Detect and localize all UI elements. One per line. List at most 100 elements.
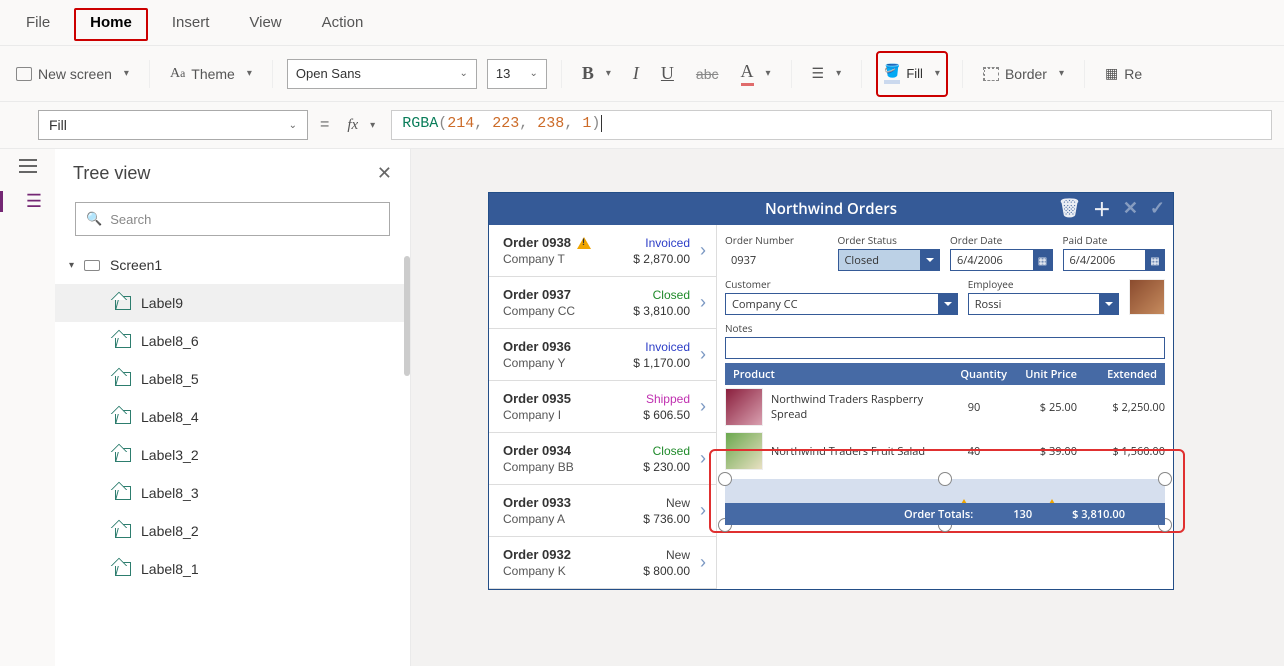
product-row: Northwind Traders Raspberry Spread90$ 25…	[725, 385, 1165, 429]
lbl-order-status: Order Status	[838, 233, 941, 247]
tree-node-label: Label8_2	[141, 523, 199, 539]
tree-node-label: Label3_2	[141, 447, 199, 463]
font-color-button[interactable]: A▾	[735, 57, 777, 90]
warning-icon	[577, 237, 591, 249]
tree-node-label-control[interactable]: Label8_1	[55, 550, 410, 588]
order-row[interactable]: Order 0934Company BBClosed$ 230.00›	[489, 433, 716, 485]
new-screen-button[interactable]: New screen ▾	[10, 62, 135, 86]
formula-input[interactable]: RGBA(214, 223, 238, 1)	[391, 110, 1272, 140]
val-order-status[interactable]: Closed	[838, 249, 922, 271]
tree-view-nav-icon[interactable]: ☰	[0, 191, 55, 212]
chevron-down-icon[interactable]	[920, 249, 940, 271]
font-size-combo[interactable]: 13 ⌄	[487, 59, 547, 89]
label-icon	[115, 524, 131, 538]
tab-insert[interactable]: Insert	[156, 8, 226, 41]
val-customer[interactable]: Company CC	[725, 293, 939, 315]
tree-node-label-control[interactable]: Label8_6	[55, 322, 410, 360]
property-combo[interactable]: Fill ⌄	[38, 110, 308, 140]
product-thumb	[725, 432, 763, 470]
tree-node-label: Label8_6	[141, 333, 199, 349]
search-input[interactable]: 🔍 Search	[75, 202, 390, 236]
order-row[interactable]: Order 0932Company KNew$ 800.00›	[489, 537, 716, 589]
check-icon[interactable]: ✓	[1150, 196, 1165, 222]
lbl-order-number: Order Number	[725, 233, 828, 247]
trash-icon[interactable]: 🗑	[1058, 196, 1081, 222]
calendar-icon[interactable]: ▦	[1033, 249, 1053, 271]
order-row[interactable]: Order 0938Company TInvoiced$ 2,870.00›	[489, 225, 716, 277]
val-order-date[interactable]: 6/4/2006	[950, 249, 1034, 271]
resize-handle[interactable]	[938, 472, 952, 486]
chevron-down-icon: ▾	[247, 68, 252, 79]
chevron-right-icon: ›	[696, 240, 706, 261]
val-employee[interactable]: Rossi	[968, 293, 1100, 315]
notes-input[interactable]	[725, 337, 1165, 359]
fx-button[interactable]: fx▾	[341, 113, 381, 138]
lbl-employee: Employee	[968, 277, 1119, 291]
align-button[interactable]: ☰▾	[806, 61, 848, 86]
chevron-down-icon[interactable]	[938, 293, 958, 315]
selected-label-control[interactable]: Order Totals: 130 $ 3,810.00	[725, 479, 1165, 525]
font-family-combo[interactable]: Open Sans ⌄	[287, 59, 477, 89]
product-header: Product Quantity Unit Price Extended	[725, 363, 1165, 385]
tree-node-label-control[interactable]: Label8_3	[55, 474, 410, 512]
chevron-down-icon: ▾	[766, 68, 771, 79]
chevron-right-icon: ›	[696, 396, 706, 417]
tree-node-label: Label9	[141, 295, 183, 311]
reorder-icon: ▦	[1105, 65, 1118, 82]
label-icon	[115, 372, 131, 386]
search-icon: 🔍	[86, 211, 102, 227]
hamburger-button[interactable]	[19, 159, 37, 173]
fill-button[interactable]: 🪣 Fill ▾	[876, 51, 948, 97]
chevron-down-icon: ⌄	[289, 120, 297, 131]
scrollbar-thumb[interactable]	[404, 256, 410, 376]
tree-node-screen[interactable]: ▾ Screen1	[55, 246, 410, 284]
tab-file[interactable]: File	[10, 8, 66, 41]
strike-icon: abc	[696, 66, 719, 82]
theme-button[interactable]: Aa Theme ▾	[164, 62, 258, 86]
bold-button[interactable]: B▾	[576, 59, 617, 88]
lbl-notes: Notes	[725, 321, 1165, 335]
tree-node-label-control[interactable]: Label8_4	[55, 398, 410, 436]
app-preview: Northwind Orders 🗑 ＋ ✕ ✓ Order 0938Compa…	[489, 193, 1173, 589]
order-row[interactable]: Order 0933Company ANew$ 736.00›	[489, 485, 716, 537]
label-icon	[115, 410, 131, 424]
reorder-button[interactable]: ▦ Re	[1099, 61, 1148, 86]
order-row[interactable]: Order 0935Company IShipped$ 606.50›	[489, 381, 716, 433]
cancel-icon[interactable]: ✕	[1123, 196, 1138, 222]
tab-action[interactable]: Action	[306, 8, 380, 41]
calendar-icon[interactable]: ▦	[1145, 249, 1165, 271]
border-button[interactable]: Border ▾	[977, 62, 1070, 86]
tab-view[interactable]: View	[233, 8, 297, 41]
order-row[interactable]: Order 0937Company CCClosed$ 3,810.00›	[489, 277, 716, 329]
strike-button[interactable]: abc	[690, 62, 725, 86]
tree-node-label-control[interactable]: Label8_2	[55, 512, 410, 550]
border-label: Border	[1005, 66, 1047, 82]
equals-label: =	[318, 116, 331, 134]
tab-home[interactable]: Home	[74, 8, 148, 41]
close-icon[interactable]: ✕	[377, 163, 392, 184]
search-placeholder: Search	[110, 212, 151, 227]
tree-node-label-control[interactable]: Label8_5	[55, 360, 410, 398]
screen-icon	[16, 67, 32, 81]
order-row[interactable]: Order 0936Company YInvoiced$ 1,170.00›	[489, 329, 716, 381]
val-paid-date[interactable]: 6/4/2006	[1063, 249, 1147, 271]
underline-button[interactable]: U	[655, 59, 680, 88]
italic-button[interactable]: I	[627, 59, 645, 88]
tree-node-label-control[interactable]: Label9	[55, 284, 410, 322]
chevron-down-icon: ⌄	[459, 68, 467, 79]
tree-node-label: Label8_5	[141, 371, 199, 387]
lbl-order-date: Order Date	[950, 233, 1053, 247]
chevron-down-icon[interactable]	[1099, 293, 1119, 315]
resize-handle[interactable]	[718, 472, 732, 486]
tree-node-label-control[interactable]: Label3_2	[55, 436, 410, 474]
screen-icon	[84, 260, 100, 271]
chevron-right-icon: ›	[696, 292, 706, 313]
chevron-down-icon: ▾	[836, 68, 841, 79]
new-screen-label: New screen	[38, 66, 112, 82]
caret-icon: ▾	[69, 260, 74, 271]
resize-handle[interactable]	[1158, 472, 1172, 486]
bold-icon: B	[582, 63, 594, 84]
plus-icon[interactable]: ＋	[1093, 196, 1111, 222]
label-icon	[115, 334, 131, 348]
chevron-right-icon: ›	[696, 448, 706, 469]
